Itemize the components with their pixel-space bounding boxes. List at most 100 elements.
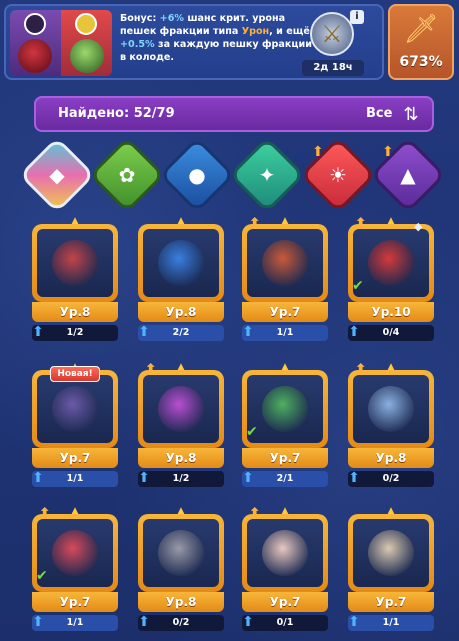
hero-card[interactable]: ▲ Ур.10 0/4 ⬆ ⬆ ✔ ◆	[346, 214, 436, 344]
hero-level: Ур.7	[242, 302, 328, 322]
hero-card[interactable]: ▲ Ур.8 2/2 ⬆	[136, 215, 226, 344]
found-bar: Найдено: 52/79 Все ⇅	[34, 96, 434, 132]
hero-portrait	[143, 519, 219, 587]
hero-figure	[52, 530, 98, 576]
upgrade-arrow-icon: ⬆	[248, 504, 262, 523]
hero-figure	[158, 386, 204, 432]
level-up-arrow-icon: ⬆	[138, 470, 150, 486]
hero-level: Ур.7	[32, 448, 118, 468]
level-up-arrow-icon: ⬆	[348, 470, 360, 486]
hero-card[interactable]: ▲ Ур.7 2/1 ⬆ ✔	[240, 361, 330, 490]
level-up-arrow-icon: ⬆	[32, 324, 44, 340]
bat-icon: ▲	[400, 163, 416, 187]
hero-figure	[262, 240, 308, 286]
hero-level: Ур.8	[348, 448, 434, 468]
upgrade-arrow-icon: ⬆	[248, 214, 262, 233]
hero-frame	[32, 224, 118, 302]
hero-card[interactable]: ▲ Ур.7 0/1 ⬆ ⬆	[240, 504, 330, 634]
hero-portrait	[247, 229, 323, 297]
level-up-arrow-icon: ⬆	[348, 324, 360, 340]
level-up-arrow-icon: ⬆	[242, 614, 254, 630]
hero-portrait	[18, 39, 52, 73]
hero-level: Ур.7	[242, 448, 328, 468]
hero-card[interactable]: ▲ Ур.7 1/1 ⬆	[346, 505, 436, 634]
hero-figure	[368, 240, 414, 286]
hero-frame	[138, 514, 224, 592]
hero-card[interactable]: ▲ Ур.7 1/1 ⬆ ⬆ ✔	[30, 504, 120, 634]
bonus-text-part: Урон	[241, 26, 270, 37]
level-up-arrow-icon: ⬆	[242, 470, 254, 486]
hero-portrait	[37, 375, 113, 443]
level-up-arrow-icon: ⬆	[242, 324, 254, 340]
hero-level: Ур.8	[138, 302, 224, 322]
sword-emblem-icon: ⚔	[310, 12, 354, 56]
hero-portrait	[37, 229, 113, 297]
hero-card[interactable]: ▲Ур.71/1⬆Новая!	[30, 361, 120, 490]
hero-level: Ур.8	[32, 302, 118, 322]
hero-portrait	[247, 519, 323, 587]
bonus-timer: ⚔ i 2д 18ч	[300, 10, 364, 76]
upgrade-arrow-icon: ⬆	[144, 360, 158, 379]
hero-card[interactable]: ▲ Ур.8 1/2 ⬆ ⬆	[136, 360, 226, 490]
hero-level: Ур.10	[348, 302, 434, 322]
hero-card[interactable]: ▲ Ур.8 0/2 ⬆ ⬆	[346, 360, 436, 490]
checkmark-icon: ✔	[36, 568, 48, 584]
timer-label: 2д 18ч	[302, 60, 364, 76]
wings-icon: ✦	[258, 163, 276, 187]
hero-figure	[262, 386, 308, 432]
hero-portrait	[247, 375, 323, 443]
sort-icon[interactable]: ⇅	[398, 102, 424, 128]
hero-figure	[52, 386, 98, 432]
faction-bonus-banner[interactable]: Бонус: +6% шанс крит. урона пешек фракци…	[4, 4, 384, 80]
hero-portrait	[353, 375, 429, 443]
level-up-arrow-icon: ⬆	[32, 470, 44, 486]
hero-figure	[52, 240, 98, 286]
upgrade-arrow-icon: ⬆	[38, 504, 52, 523]
bonus-text-part: +6%	[159, 13, 184, 24]
hero-portrait	[143, 229, 219, 297]
bonus-text-part: Бонус:	[120, 13, 160, 24]
gem-badge-icon: ◆	[414, 220, 423, 233]
hero-frame	[138, 370, 224, 448]
hero-figure	[158, 240, 204, 286]
power-bonus-button[interactable]: 🗡 673%	[388, 4, 454, 80]
filter-dropdown[interactable]: Все	[366, 106, 392, 121]
bonus-text-part: +0.5%	[120, 39, 155, 50]
checkmark-icon: ✔	[246, 424, 258, 440]
hero-frame	[242, 514, 328, 592]
hero-level: Ур.7	[32, 592, 118, 612]
checkmark-icon: ✔	[352, 278, 364, 294]
flower-icon: ✿	[118, 163, 136, 187]
level-up-arrow-icon: ⬆	[138, 324, 150, 340]
upgrade-arrow-icon: ⬆	[312, 144, 324, 160]
upgrade-arrow-icon: ⬆	[354, 214, 368, 233]
orb-icon: ●	[188, 163, 206, 187]
lightbulb-icon	[75, 13, 97, 35]
upgrade-arrow-icon: ⬆	[354, 360, 368, 379]
faction-pair-preview	[10, 10, 112, 76]
hero-figure	[368, 530, 414, 576]
info-icon[interactable]: i	[350, 10, 364, 24]
hero-frame	[348, 514, 434, 592]
hero-figure	[368, 386, 414, 432]
hero-level: Ур.7	[242, 592, 328, 612]
lightbulb-icon: ☀	[329, 163, 347, 187]
hero-frame	[242, 224, 328, 302]
level-up-arrow-icon: ⬆	[348, 614, 360, 630]
hero-portrait	[353, 519, 429, 587]
hero-card[interactable]: ▲ Ур.8 0/2 ⬆	[136, 505, 226, 634]
hero-figure	[158, 530, 204, 576]
hero-card[interactable]: ▲ Ур.7 1/1 ⬆ ⬆	[240, 214, 330, 344]
hero-figure	[262, 530, 308, 576]
rainbow-gem-icon: ◆	[49, 163, 65, 187]
upgrade-arrow-icon: ⬆	[382, 144, 394, 160]
sword-icon: 🗡	[403, 12, 439, 45]
hero-portrait	[353, 229, 429, 297]
hero-level: Ур.8	[138, 448, 224, 468]
found-count: Найдено: 52/79	[58, 106, 175, 121]
new-badge: Новая!	[50, 366, 100, 382]
bonus-description: Бонус: +6% шанс крит. урона пешек фракци…	[120, 12, 316, 64]
hero-portrait	[143, 375, 219, 443]
hero-card[interactable]: ▲ Ур.8 1/2 ⬆	[30, 215, 120, 344]
hero-level: Ур.7	[348, 592, 434, 612]
